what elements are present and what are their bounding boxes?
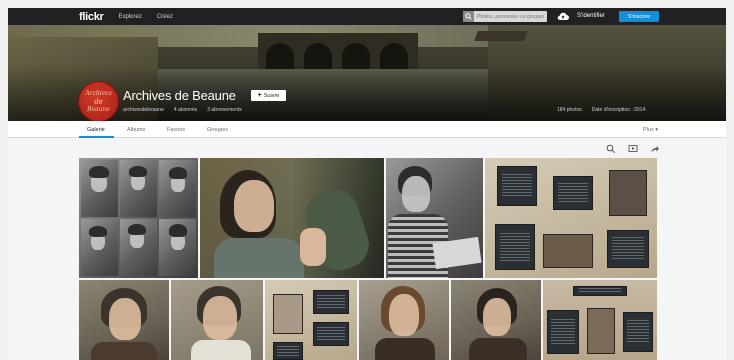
flickr-page: flickr Explorez Créez S'identifier S'ins… <box>8 8 726 360</box>
signup-button[interactable]: S'inscrire <box>619 11 659 22</box>
flickr-logo[interactable]: flickr <box>79 11 104 23</box>
tab-gallery[interactable]: Galerie <box>87 127 105 133</box>
follow-button[interactable]: + Suivre <box>251 90 286 101</box>
gallery-photo[interactable] <box>79 158 198 278</box>
gallery-photo[interactable] <box>265 280 357 360</box>
share-icon[interactable] <box>650 144 660 154</box>
signin-link[interactable]: S'identifier <box>577 13 605 19</box>
tab-albums[interactable]: Albums <box>127 127 145 133</box>
gallery-photo[interactable] <box>386 158 483 278</box>
gallery-photo[interactable] <box>200 158 384 278</box>
photo-count: 184 photos <box>557 107 582 113</box>
username: archivesdebeaune <box>123 107 164 113</box>
follow-label: Suivre <box>263 92 280 99</box>
avatar-text-line3: Beaune <box>87 105 110 113</box>
avatar-text-line2: de <box>94 97 103 106</box>
tab-favorites[interactable]: Favoris <box>167 127 185 133</box>
active-tab-indicator <box>79 136 114 138</box>
nav-link-explore[interactable]: Explorez <box>119 14 142 20</box>
avatar[interactable]: Archives de Beaune <box>78 81 119 122</box>
search-icon[interactable] <box>606 144 616 154</box>
followers-count[interactable]: 4 abonnés <box>174 107 197 113</box>
gallery-photo[interactable] <box>171 280 263 360</box>
search-input[interactable] <box>474 11 544 22</box>
gallery-photo[interactable] <box>543 280 657 360</box>
profile-title: Archives de Beaune <box>123 88 236 103</box>
tab-groups[interactable]: Groupes <box>207 127 228 133</box>
profile-stats: 184 photos Date d'inscription : 2014 <box>557 107 645 113</box>
following-count[interactable]: 3 abonnements <box>207 107 241 113</box>
nav-link-create[interactable]: Créez <box>157 14 173 20</box>
search-box[interactable] <box>463 11 547 22</box>
more-menu[interactable]: Plus ▾ <box>643 127 658 133</box>
upload-cloud-icon[interactable] <box>557 12 569 21</box>
avatar-text-line1: Archives <box>85 89 112 97</box>
gallery-photo[interactable] <box>451 280 541 360</box>
search-icon[interactable] <box>463 11 474 22</box>
gallery-photo[interactable] <box>79 280 169 360</box>
gallery-photo[interactable] <box>359 280 449 360</box>
plus-icon: + <box>257 92 262 99</box>
profile-tabs: Galerie Albums Favoris Groupes Plus ▾ <box>8 121 726 138</box>
profile-meta: archivesdebeaune 4 abonnés 3 abonnements <box>123 107 242 113</box>
slideshow-icon[interactable] <box>628 144 638 154</box>
join-date: Date d'inscription : 2014 <box>591 107 646 113</box>
gallery-photo[interactable] <box>485 158 657 278</box>
